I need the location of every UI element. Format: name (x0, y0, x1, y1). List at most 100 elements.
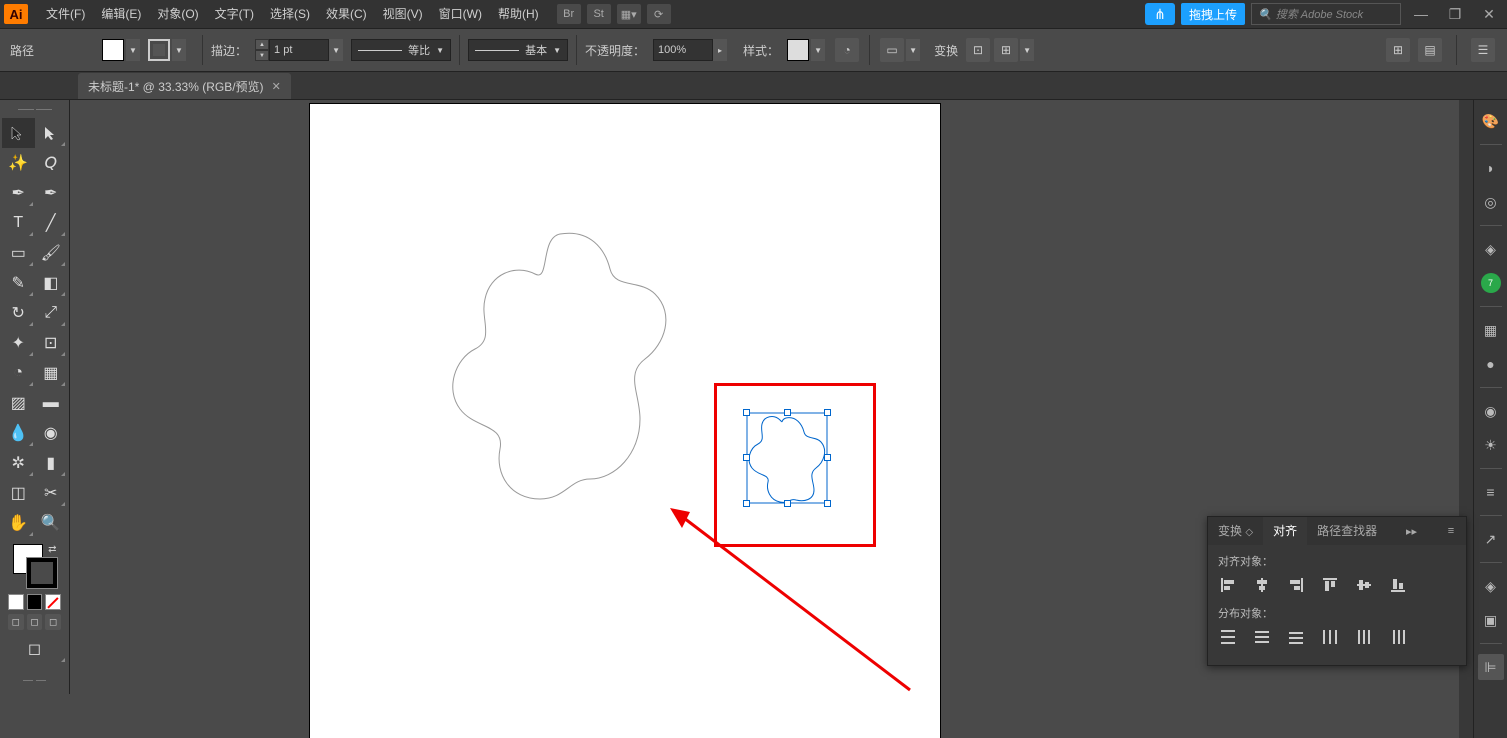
artboard-tool[interactable]: ◫ (2, 478, 35, 508)
layers-panel-icon[interactable]: ◈ (1478, 236, 1504, 262)
panel-collapse-icon[interactable]: ▸▸ (1397, 525, 1427, 538)
color-mode-gradient[interactable] (27, 594, 43, 610)
recolor-artwork-icon[interactable]: ◔ (835, 38, 859, 62)
stroke-swatch[interactable] (148, 39, 170, 61)
opacity-dropdown[interactable]: ▸ (713, 39, 727, 61)
distribute-top-icon[interactable] (1218, 627, 1238, 647)
shape-mode-icon[interactable]: ⊞ (994, 38, 1018, 62)
align-vcenter-icon[interactable] (1354, 575, 1374, 595)
mesh-tool[interactable]: ▨ (2, 388, 35, 418)
toolbox-grip[interactable] (2, 104, 67, 114)
asset-export-panel-icon[interactable]: 7 (1478, 270, 1504, 296)
window-minimize-button[interactable]: — (1407, 5, 1435, 23)
align-top-icon[interactable] (1320, 575, 1340, 595)
free-transform-tool[interactable]: ⊡ (35, 328, 68, 358)
transparency-panel-icon[interactable]: ◈ (1478, 573, 1504, 599)
distribute-hcenter-icon[interactable] (1354, 627, 1374, 647)
panel-menu-icon[interactable]: ☰ (1471, 38, 1495, 62)
fill-stroke-swatches[interactable]: ⇄ (13, 544, 57, 588)
blend-tool[interactable]: ◉ (35, 418, 68, 448)
draw-inside-icon[interactable]: ◻ (45, 614, 61, 630)
panel-menu-icon[interactable]: ≡ (1436, 525, 1466, 537)
menu-view[interactable]: 视图(V) (375, 0, 431, 28)
fill-swatch[interactable] (102, 39, 124, 61)
perspective-grid-tool[interactable]: ▦ (35, 358, 68, 388)
cloud-sync-button[interactable]: ⋔ (1145, 3, 1175, 25)
style-swatch[interactable] (787, 39, 809, 61)
hand-tool[interactable]: ✋ (2, 508, 35, 538)
slice-tool[interactable]: ✂ (35, 478, 68, 508)
cc-libraries-panel-icon[interactable]: ☀ (1478, 432, 1504, 458)
tab-close-icon[interactable]: ✕ (272, 80, 281, 93)
brush-definition[interactable]: 基本▼ (468, 39, 568, 61)
bridge-icon[interactable]: Br (557, 4, 581, 24)
distribute-left-icon[interactable] (1320, 627, 1340, 647)
menu-edit[interactable]: 编辑(E) (93, 0, 149, 28)
color-mode-none[interactable] (45, 594, 61, 610)
stroke-dropdown[interactable]: ▼ (172, 39, 186, 61)
align-icon[interactable]: ▭ (880, 38, 904, 62)
stroke-weight-spinner[interactable]: ▲▼ (255, 39, 269, 61)
curvature-tool[interactable]: ✒ (35, 178, 68, 208)
graphic-styles-panel-icon[interactable]: ◎ (1478, 189, 1504, 215)
align-hcenter-icon[interactable] (1252, 575, 1272, 595)
fill-dropdown[interactable]: ▼ (126, 39, 140, 61)
menu-select[interactable]: 选择(S) (262, 0, 318, 28)
selection-handle[interactable] (743, 454, 750, 461)
draw-behind-icon[interactable]: ◻ (27, 614, 43, 630)
symbol-sprayer-tool[interactable]: ✲ (2, 448, 35, 478)
rotate-tool[interactable]: ↻ (2, 298, 35, 328)
zoom-tool[interactable]: 🔍 (35, 508, 68, 538)
color-panel-icon[interactable]: 🎨 (1478, 108, 1504, 134)
tab-pathfinder[interactable]: 路径查找器 (1307, 517, 1387, 545)
drag-upload-button[interactable]: 拖拽上传 (1181, 3, 1245, 25)
shape-builder-tool[interactable]: ◔ (2, 358, 35, 388)
doc-setup-icon[interactable]: ⊞ (1386, 38, 1410, 62)
style-dropdown[interactable]: ▼ (811, 39, 825, 61)
width-tool[interactable]: ✦ (2, 328, 35, 358)
selection-handle[interactable] (824, 409, 831, 416)
shape-dropdown[interactable]: ▼ (1020, 39, 1034, 61)
tab-transform[interactable]: 变换 ◇ (1208, 517, 1263, 545)
variable-width-profile[interactable]: 等比▼ (351, 39, 451, 61)
stock-search-input[interactable]: 🔍 搜索 Adobe Stock (1251, 3, 1401, 25)
rectangle-tool[interactable]: ▭ (2, 238, 35, 268)
selection-handle[interactable] (784, 409, 791, 416)
type-tool[interactable]: T (2, 208, 35, 238)
scale-tool[interactable]: ⤢ (35, 298, 68, 328)
stroke-panel-icon[interactable]: ≡ (1478, 479, 1504, 505)
menu-type[interactable]: 文字(T) (207, 0, 262, 28)
gradient-panel-icon[interactable]: ↗ (1478, 526, 1504, 552)
align-left-icon[interactable] (1218, 575, 1238, 595)
line-segment-tool[interactable]: ╱ (35, 208, 68, 238)
path-shape-large[interactable] (440, 224, 680, 514)
gpu-icon[interactable]: ⟳ (647, 4, 671, 24)
opacity-input[interactable]: 100% (653, 39, 713, 61)
stroke-color[interactable] (27, 558, 57, 588)
magic-wand-tool[interactable]: ✨ (2, 148, 35, 178)
selection-handle[interactable] (743, 409, 750, 416)
window-restore-button[interactable]: ❐ (1441, 5, 1469, 23)
lasso-tool[interactable]: 𝘘 (35, 148, 68, 178)
eraser-tool[interactable]: ◧ (35, 268, 68, 298)
distribute-bottom-icon[interactable] (1286, 627, 1306, 647)
menu-object[interactable]: 对象(O) (149, 0, 206, 28)
appearance-panel-icon[interactable]: ◗ (1478, 155, 1504, 181)
selection-tool[interactable] (2, 118, 35, 148)
swap-fill-stroke-icon[interactable]: ⇄ (48, 544, 56, 555)
document-tab[interactable]: 未标题-1* @ 33.33% (RGB/预览) ✕ (78, 73, 291, 99)
swatches-panel-icon[interactable]: ▦ (1478, 317, 1504, 343)
menu-effect[interactable]: 效果(C) (318, 0, 375, 28)
align-dropdown[interactable]: ▼ (906, 39, 920, 61)
distribute-right-icon[interactable] (1388, 627, 1408, 647)
tab-align[interactable]: 对齐 (1263, 517, 1307, 545)
path-shape-small-selected[interactable] (746, 412, 828, 504)
window-close-button[interactable]: ✕ (1475, 5, 1503, 23)
align-panel-icon[interactable]: ⊫ (1478, 654, 1504, 680)
pen-tool[interactable]: ✒ (2, 178, 35, 208)
selection-handle[interactable] (824, 454, 831, 461)
pathfinder-panel-icon[interactable]: ▣ (1478, 607, 1504, 633)
distribute-vcenter-icon[interactable] (1252, 627, 1272, 647)
color-mode-color[interactable] (8, 594, 24, 610)
column-graph-tool[interactable]: ▮ (35, 448, 68, 478)
